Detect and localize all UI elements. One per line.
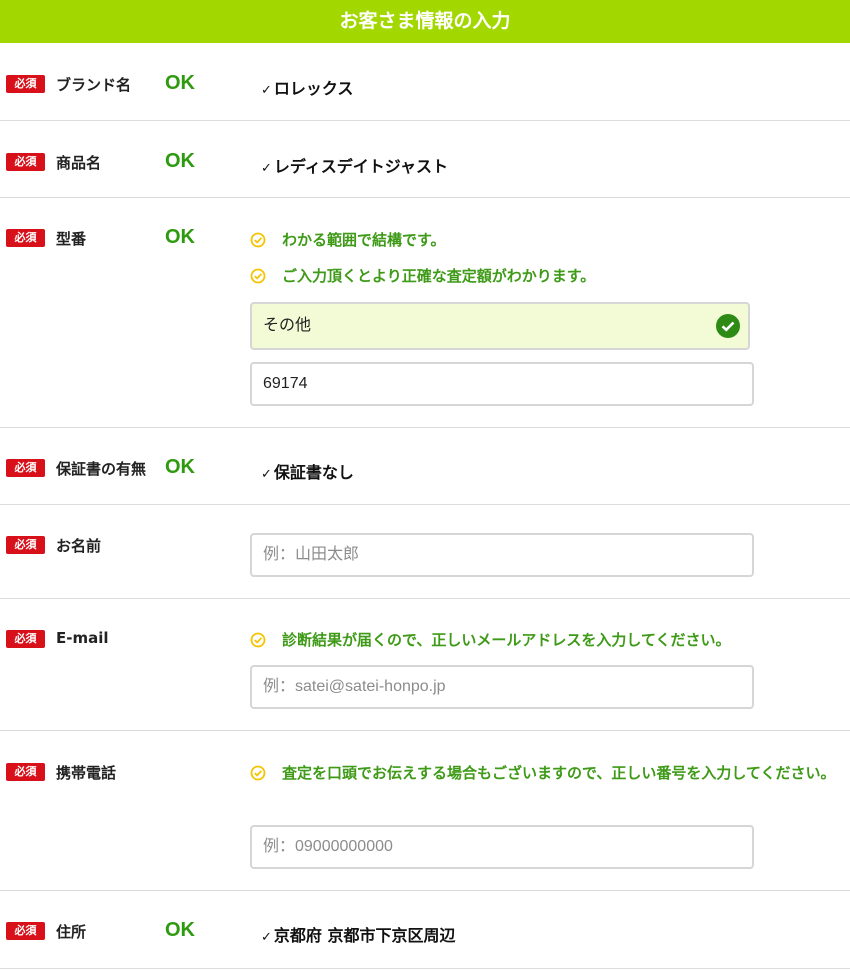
ok-status: OK (165, 919, 195, 941)
check-circle-icon (250, 765, 266, 781)
email-label: E-mail (56, 629, 109, 647)
address-label: 住所 (56, 923, 87, 941)
required-badge: 必須 (6, 229, 45, 247)
model-number-value: 69174 (263, 375, 308, 392)
check-circle-icon (250, 268, 266, 284)
phone-note: 査定を口頭でお伝えする場合もございますので、正しい番号を入力してください。 (250, 759, 842, 787)
model-note-2: ご入力頂くとより正確な査定額がわかります。 (250, 262, 842, 290)
row-email: 必須 E-mail 診断結果が届くので、正しいメールアドレスを入力してください。… (0, 599, 850, 731)
row-phone: 必須 携帯電話 査定を口頭でお伝えする場合もございますので、正しい番号を入力して… (0, 731, 850, 891)
required-badge: 必須 (6, 459, 45, 477)
model-note-text-2: ご入力頂くとより正確な査定額がわかります。 (282, 267, 596, 285)
row-warranty: 必須 保証書の有無 OK ✓ 保証書なし (0, 428, 850, 505)
valid-check-icon (716, 314, 740, 338)
model-label: 型番 (56, 230, 87, 248)
name-input[interactable]: 例：山田太郎 (250, 533, 754, 577)
product-value-text: レディスデイトジャスト (273, 157, 448, 176)
form-header: お客さま情報の入力 (0, 0, 850, 43)
model-select-value: その他 (263, 317, 312, 334)
brand-value[interactable]: ✓ ロレックス (261, 75, 353, 99)
model-note-1: わかる範囲で結構です。 (250, 226, 842, 254)
row-address: 必須 住所 OK ✓ 京都府 京都市下京区周辺 (0, 891, 850, 969)
model-number-input[interactable]: 69174 (250, 362, 754, 406)
phone-input[interactable]: 例：09000000000 (250, 825, 754, 869)
email-note-text: 診断結果が届くので、正しいメールアドレスを入力してください。 (282, 631, 731, 649)
required-badge: 必須 (6, 153, 45, 171)
phone-input-placeholder: 例：09000000000 (263, 838, 393, 855)
check-mark-icon: ✓ (261, 161, 272, 176)
check-circle-icon (250, 232, 266, 248)
address-value-text: 京都府 京都市下京区周辺 (273, 926, 456, 945)
brand-value-text: ロレックス (273, 79, 354, 98)
model-select[interactable]: その他 (250, 302, 750, 350)
product-value[interactable]: ✓ レディスデイトジャスト (261, 153, 448, 177)
required-badge: 必須 (6, 922, 45, 940)
phone-label: 携帯電話 (56, 764, 117, 782)
warranty-value[interactable]: ✓ 保証書なし (261, 459, 354, 483)
row-name: 必須 お名前 例：山田太郎 (0, 505, 850, 599)
ok-status: OK (165, 72, 195, 94)
phone-note-text: 査定を口頭でお伝えする場合もございますので、正しい番号を入力してください。 (282, 764, 836, 782)
required-badge: 必須 (6, 763, 45, 781)
email-note: 診断結果が届くので、正しいメールアドレスを入力してください。 (250, 626, 842, 654)
model-note-text-1: わかる範囲で結構です。 (282, 231, 446, 249)
required-badge: 必須 (6, 630, 45, 648)
check-mark-icon: ✓ (261, 467, 272, 482)
row-model: 必須 型番 OK わかる範囲で結構です。 ご入力頂くとより正確な査定額がわかりま… (0, 198, 850, 428)
ok-status: OK (165, 150, 195, 172)
check-circle-icon (250, 632, 266, 648)
warranty-value-text: 保証書なし (273, 463, 354, 482)
row-product: 必須 商品名 OK ✓ レディスデイトジャスト (0, 121, 850, 198)
ok-status: OK (165, 456, 195, 478)
check-mark-icon: ✓ (261, 930, 272, 945)
required-badge: 必須 (6, 536, 45, 554)
email-input[interactable]: 例：satei@satei-honpo.jp (250, 665, 754, 709)
email-input-placeholder: 例：satei@satei-honpo.jp (263, 678, 446, 695)
address-value[interactable]: ✓ 京都府 京都市下京区周辺 (261, 922, 455, 946)
brand-label: ブランド名 (56, 76, 132, 94)
product-label: 商品名 (56, 154, 102, 172)
name-input-placeholder: 例：山田太郎 (263, 546, 360, 563)
name-label: お名前 (56, 537, 102, 555)
ok-status: OK (165, 226, 195, 248)
form-title: お客さま情報の入力 (339, 10, 511, 32)
check-mark-icon: ✓ (261, 83, 272, 98)
warranty-label: 保証書の有無 (56, 460, 147, 478)
required-badge: 必須 (6, 75, 45, 93)
row-brand: 必須 ブランド名 OK ✓ ロレックス (0, 43, 850, 121)
